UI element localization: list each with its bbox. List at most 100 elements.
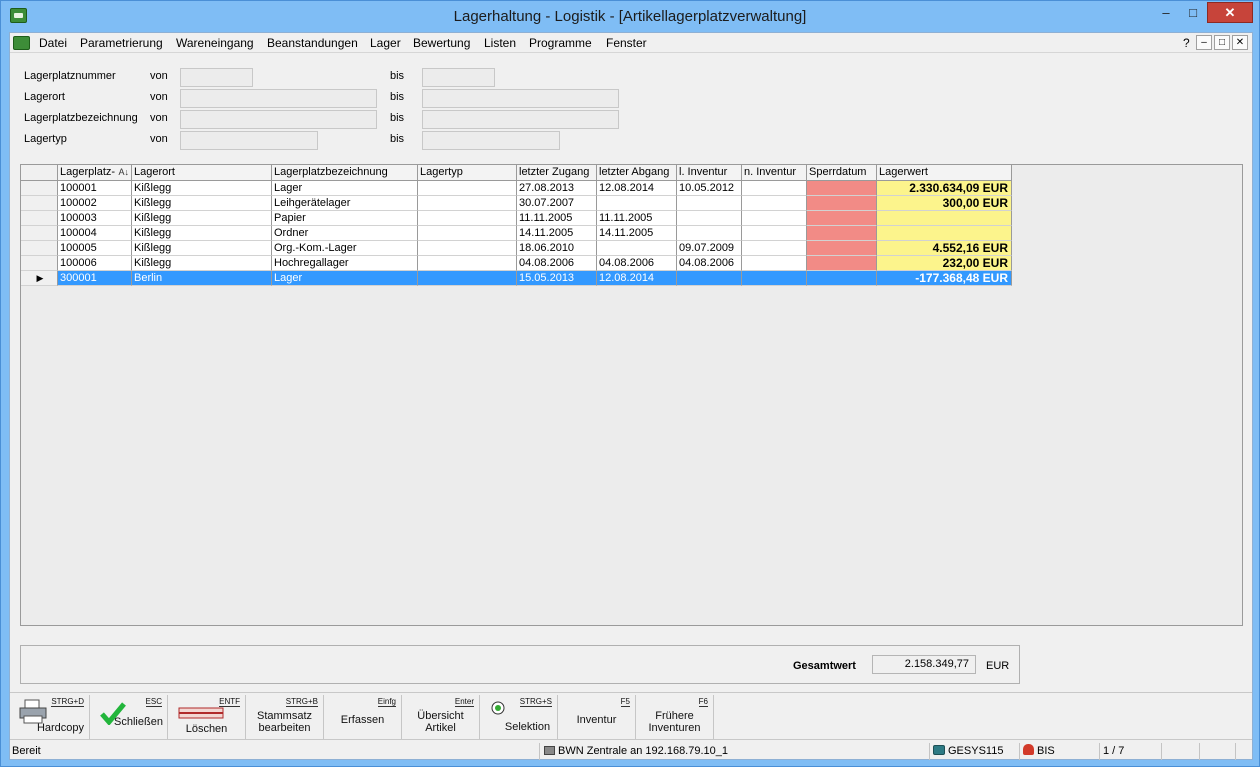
cell-lagerwert[interactable]: 4.552,16 EUR [877, 241, 1012, 256]
cell-lagerort[interactable]: Kißlegg [132, 211, 272, 226]
cell-l-inventur[interactable]: 10.05.2012 [677, 181, 742, 196]
cell-lagerplatz[interactable]: 300001 [58, 271, 132, 286]
cell-letzter-zugang[interactable]: 04.08.2006 [517, 256, 597, 271]
cell-lagerplatz[interactable]: 100002 [58, 196, 132, 211]
stammsatz-bearbeiten-button[interactable]: STRG+B Stammsatz bearbeiten [246, 695, 324, 739]
cell-n-inventur[interactable] [742, 181, 807, 196]
cell-letzter-zugang[interactable]: 18.06.2010 [517, 241, 597, 256]
cell-sperrdatum[interactable] [807, 241, 877, 256]
lagerplatznummer-bis-input[interactable] [422, 68, 495, 87]
column-header-lagerplatzbezeichnung[interactable]: Lagerplatzbezeichnung [272, 165, 418, 181]
cell-lagerwert[interactable]: 2.330.634,09 EUR [877, 181, 1012, 196]
cell-l-inventur[interactable]: 04.08.2006 [677, 256, 742, 271]
cell-letzter-abgang[interactable]: 14.11.2005 [597, 226, 677, 241]
fruehere-inventuren-button[interactable]: F6 Frühere Inventuren [636, 695, 714, 739]
lagerort-bis-input[interactable] [422, 89, 619, 108]
cell-sperrdatum[interactable] [807, 211, 877, 226]
cell-letzter-zugang[interactable]: 30.07.2007 [517, 196, 597, 211]
row-selector[interactable]: ▶ [21, 271, 58, 286]
row-selector[interactable] [21, 241, 58, 256]
erfassen-button[interactable]: Einfg Erfassen [324, 695, 402, 739]
row-selector[interactable] [21, 181, 58, 196]
cell-sperrdatum[interactable] [807, 181, 877, 196]
menu-parametrierung[interactable]: Parametrierung [80, 36, 163, 50]
cell-letzter-abgang[interactable] [597, 196, 677, 211]
row-selector[interactable] [21, 211, 58, 226]
cell-n-inventur[interactable] [742, 256, 807, 271]
column-header-letzter-abgang[interactable]: letzter Abgang [597, 165, 677, 181]
inventur-button[interactable]: F5 Inventur [558, 695, 636, 739]
loeschen-button[interactable]: ENTF Löschen [168, 695, 246, 739]
menu-listen[interactable]: Listen [484, 36, 516, 50]
uebersicht-artikel-button[interactable]: Enter Übersicht Artikel [402, 695, 480, 739]
cell-lagerort[interactable]: Kißlegg [132, 256, 272, 271]
cell-sperrdatum[interactable] [807, 226, 877, 241]
cell-l-inventur[interactable]: 09.07.2009 [677, 241, 742, 256]
cell-lagerplatz[interactable]: 100001 [58, 181, 132, 196]
cell-letzter-abgang[interactable]: 12.08.2014 [597, 181, 677, 196]
cell-lagerwert[interactable]: 232,00 EUR [877, 256, 1012, 271]
cell-lagertyp[interactable] [418, 196, 517, 211]
cell-lagerort[interactable]: Berlin [132, 271, 272, 286]
cell-lagerwert[interactable] [877, 211, 1012, 226]
cell-letzter-abgang[interactable]: 12.08.2014 [597, 271, 677, 286]
lagerplatz-grid[interactable]: Lagerplatz- A↓ Lagerort Lagerplatzbezeich… [20, 164, 1243, 626]
hardcopy-button[interactable]: STRG+D Hardcopy [10, 695, 90, 739]
mdi-restore-button[interactable]: □ [1214, 35, 1230, 50]
cell-bezeichnung[interactable]: Lager [272, 271, 418, 286]
cell-l-inventur[interactable] [677, 226, 742, 241]
cell-lagertyp[interactable] [418, 226, 517, 241]
menu-lager[interactable]: Lager [370, 36, 401, 50]
cell-lagerort[interactable]: Kißlegg [132, 181, 272, 196]
cell-lagertyp[interactable] [418, 256, 517, 271]
cell-bezeichnung[interactable]: Lager [272, 181, 418, 196]
column-header-letzter-zugang[interactable]: letzter Zugang [517, 165, 597, 181]
cell-bezeichnung[interactable]: Org.-Kom.-Lager [272, 241, 418, 256]
mdi-close-button[interactable]: ✕ [1232, 35, 1248, 50]
cell-lagerplatz[interactable]: 100004 [58, 226, 132, 241]
title-bar[interactable]: Lagerhaltung - Logistik - [Artikellagerp… [1, 1, 1259, 32]
cell-n-inventur[interactable] [742, 196, 807, 211]
minimize-button[interactable]: – [1153, 2, 1179, 23]
cell-bezeichnung[interactable]: Hochregallager [272, 256, 418, 271]
column-header-l-inventur[interactable]: l. Inventur [677, 165, 742, 181]
cell-lagerwert[interactable] [877, 226, 1012, 241]
cell-n-inventur[interactable] [742, 211, 807, 226]
document-icon[interactable] [13, 36, 30, 50]
cell-lagertyp[interactable] [418, 181, 517, 196]
menu-programme[interactable]: Programme [529, 36, 592, 50]
cell-letzter-zugang[interactable]: 27.08.2013 [517, 181, 597, 196]
cell-letzter-abgang[interactable] [597, 241, 677, 256]
row-selector[interactable] [21, 196, 58, 211]
lagerplatznummer-von-input[interactable] [180, 68, 253, 87]
column-header-n-inventur[interactable]: n. Inventur [742, 165, 807, 181]
cell-l-inventur[interactable] [677, 196, 742, 211]
cell-lagerplatz[interactable]: 100006 [58, 256, 132, 271]
selektion-button[interactable]: STRG+S Selektion [480, 695, 558, 739]
cell-letzter-abgang[interactable]: 11.11.2005 [597, 211, 677, 226]
row-selector[interactable] [21, 256, 58, 271]
cell-l-inventur[interactable] [677, 271, 742, 286]
cell-n-inventur[interactable] [742, 226, 807, 241]
cell-lagerwert[interactable]: -177.368,48 EUR [877, 271, 1012, 286]
table-row[interactable]: 100006 Kißlegg Hochregallager 04.08.2006 04.… [21, 256, 1012, 271]
maximize-button[interactable]: □ [1180, 2, 1206, 23]
lagerort-von-input[interactable] [180, 89, 377, 108]
cell-bezeichnung[interactable]: Leihgerätelager [272, 196, 418, 211]
cell-bezeichnung[interactable]: Papier [272, 211, 418, 226]
menu-fenster[interactable]: Fenster [606, 36, 647, 50]
cell-n-inventur[interactable] [742, 241, 807, 256]
table-row[interactable]: 100002 Kißlegg Leihgerätelager 30.07.2007 30… [21, 196, 1012, 211]
column-header-lagerplatz[interactable]: Lagerplatz- A↓ [58, 165, 132, 181]
menu-beanstandungen[interactable]: Beanstandungen [267, 36, 358, 50]
menu-bewertung[interactable]: Bewertung [413, 36, 470, 50]
lagertyp-bis-input[interactable] [422, 131, 560, 150]
cell-lagertyp[interactable] [418, 241, 517, 256]
column-header-sperrdatum[interactable]: Sperrdatum [807, 165, 877, 181]
cell-n-inventur[interactable] [742, 271, 807, 286]
menu-wareneingang[interactable]: Wareneingang [176, 36, 254, 50]
cell-lagerort[interactable]: Kißlegg [132, 241, 272, 256]
close-button[interactable]: ✕ [1207, 2, 1253, 23]
cell-letzter-zugang[interactable]: 11.11.2005 [517, 211, 597, 226]
mdi-minimize-button[interactable]: – [1196, 35, 1212, 50]
